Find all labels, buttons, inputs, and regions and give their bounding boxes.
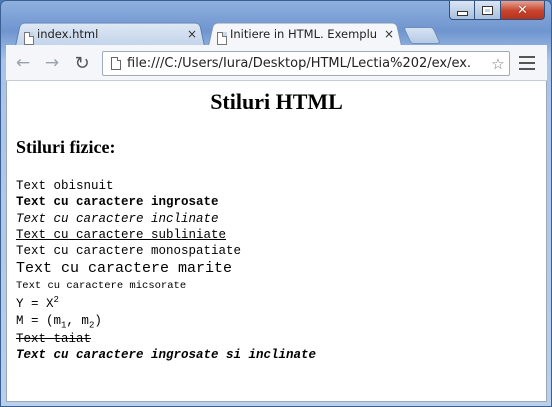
tab-close-icon[interactable]: × bbox=[187, 27, 197, 41]
browser-window: ✕ index.html × Initiere in HTML. Exemplu… bbox=[0, 0, 552, 407]
back-arrow-icon: ← bbox=[15, 53, 31, 73]
tab-close-icon[interactable]: × bbox=[384, 27, 394, 41]
tab-index[interactable]: index.html × bbox=[15, 21, 205, 46]
section-heading: Stiluri fizice: bbox=[16, 137, 116, 157]
superscript-base: Y = X bbox=[16, 297, 54, 312]
tab-initiere[interactable]: Initiere in HTML. Exemplu × bbox=[208, 21, 402, 46]
text-strikethrough: Text taiat bbox=[16, 332, 92, 346]
text-superscript: Y = X2 bbox=[16, 295, 59, 311]
menu-icon[interactable] bbox=[519, 55, 535, 71]
page-icon bbox=[217, 31, 227, 45]
text-bold-italic: Text cu caractere ingrosate si inclinate bbox=[16, 348, 317, 362]
tab-title: index.html bbox=[37, 26, 99, 41]
window-controls: ✕ bbox=[449, 1, 545, 21]
superscript-exponent: 2 bbox=[53, 295, 59, 305]
url-text[interactable]: file:///C:/Users/Iura/Desktop/HTML/Lecti… bbox=[127, 56, 487, 71]
file-icon bbox=[111, 57, 121, 70]
page-icon bbox=[24, 31, 34, 45]
text-monospace: Text cu caractere monospatiate bbox=[16, 244, 242, 258]
forward-arrow-icon: → bbox=[44, 53, 60, 73]
subscript-suffix: ) bbox=[94, 314, 102, 328]
reload-button[interactable]: ↻ bbox=[71, 52, 93, 74]
page-heading: Stiluri HTML bbox=[210, 89, 343, 114]
minimize-button[interactable] bbox=[449, 1, 475, 20]
maximize-button[interactable] bbox=[475, 1, 501, 20]
text-bold: Text cu caractere ingrosate bbox=[16, 195, 219, 209]
page-viewport: Stiluri HTML Stiluri fizice: Text obisnu… bbox=[6, 81, 547, 402]
forward-button[interactable]: → bbox=[41, 53, 63, 73]
text-small: Text cu caractere micsorate bbox=[16, 280, 187, 292]
reload-icon: ↻ bbox=[74, 52, 90, 74]
text-subscript: M = (m1, m2) bbox=[16, 314, 102, 331]
close-window-button[interactable]: ✕ bbox=[501, 1, 545, 20]
close-icon: ✕ bbox=[517, 2, 528, 18]
toolbar: ← → ↻ file:///C:/Users/Iura/Desktop/HTML… bbox=[6, 45, 547, 81]
minimize-icon bbox=[456, 10, 468, 16]
new-tab-button[interactable] bbox=[403, 27, 441, 44]
maximize-icon bbox=[482, 5, 493, 15]
bookmark-star-icon[interactable]: ☆ bbox=[487, 55, 509, 73]
subscript-prefix: M = (m bbox=[16, 314, 62, 328]
back-button[interactable]: ← bbox=[12, 53, 34, 73]
tab-title: Initiere in HTML. Exemplu bbox=[230, 26, 378, 41]
text-normal: Text obisnuit bbox=[16, 179, 114, 193]
text-italic: Text cu caractere inclinate bbox=[16, 212, 219, 226]
subscript-mid: , m bbox=[66, 314, 89, 328]
text-underline: Text cu caractere subliniate bbox=[16, 228, 227, 242]
text-big: Text cu caractere marite bbox=[16, 260, 233, 277]
address-bar[interactable]: file:///C:/Users/Iura/Desktop/HTML/Lecti… bbox=[102, 51, 510, 76]
